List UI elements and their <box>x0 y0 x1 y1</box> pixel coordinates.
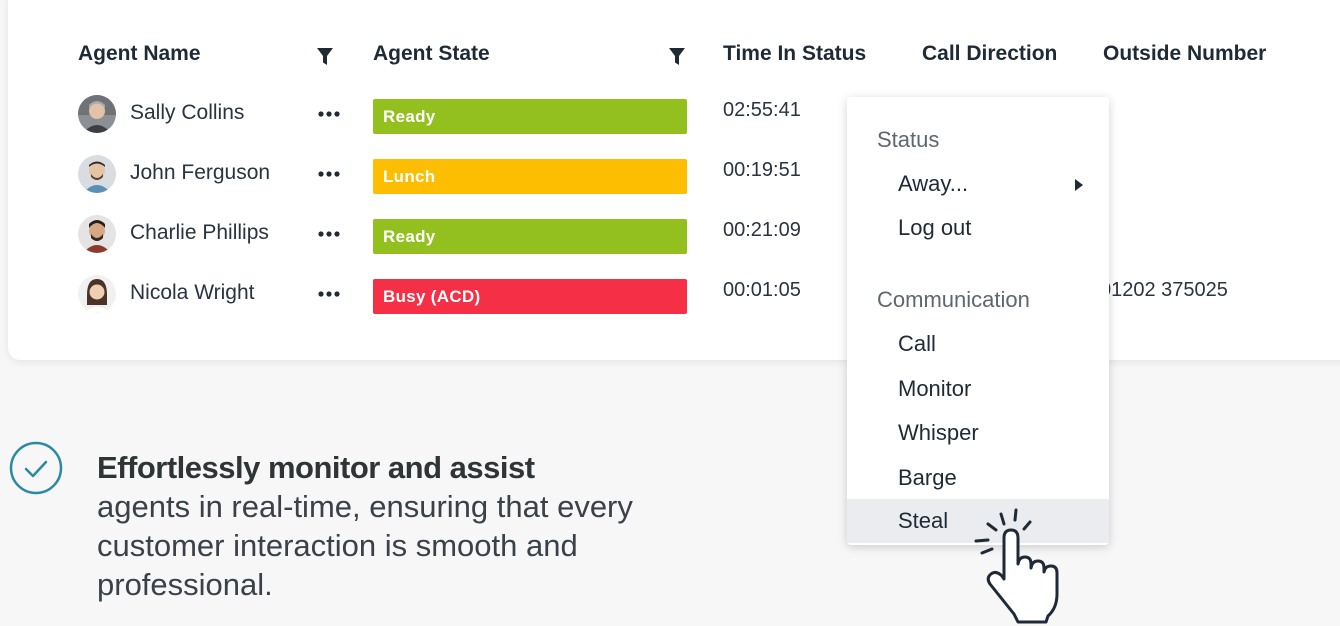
agent-name: Nicola Wright <box>130 281 255 304</box>
promo-headline: Effortlessly monitor and assist <box>97 450 535 485</box>
table-row[interactable]: John Ferguson Lunch 00:19:51 <box>0 155 1340 195</box>
avatar <box>78 95 116 133</box>
time-in-status: 02:55:41 <box>723 99 801 121</box>
agent-name: John Ferguson <box>130 161 271 184</box>
time-in-status: 00:19:51 <box>723 159 801 181</box>
column-header-agent-name[interactable]: Agent Name <box>78 42 201 66</box>
column-header-call-direction[interactable]: Call Direction <box>922 42 1057 66</box>
menu-section-status: Status <box>877 127 940 152</box>
menu-item-monitor[interactable]: Monitor <box>847 367 1109 411</box>
column-header-outside-number[interactable]: Outside Number <box>1103 42 1266 66</box>
time-in-status: 00:21:09 <box>723 219 801 241</box>
column-header-time-in-status[interactable]: Time In Status <box>723 42 866 66</box>
agent-state-badge: Ready <box>373 99 687 134</box>
time-in-status: 00:01:05 <box>723 279 801 301</box>
table-row[interactable]: Nicola Wright Busy (ACD) 00:01:05 01202 … <box>0 275 1340 315</box>
promo-body: agents in real-time, ensuring that every… <box>97 489 633 602</box>
more-horizontal-icon[interactable] <box>316 219 344 243</box>
agent-state-badge: Lunch <box>373 159 687 194</box>
avatar <box>78 215 116 253</box>
outside-number: 01202 375025 <box>1100 279 1228 301</box>
menu-section-communication: Communication <box>877 287 1030 312</box>
avatar <box>78 155 116 193</box>
agent-state-badge: Ready <box>373 219 687 254</box>
avatar <box>78 275 116 313</box>
more-horizontal-icon[interactable] <box>316 159 344 183</box>
menu-item-log-out[interactable]: Log out <box>847 206 1109 250</box>
agent-context-menu: Status Away... Log out Communication Cal… <box>847 97 1109 545</box>
menu-item-label: Away... <box>898 171 969 196</box>
column-header-agent-state[interactable]: Agent State <box>373 42 490 66</box>
filter-icon[interactable] <box>668 47 686 67</box>
agent-name: Sally Collins <box>130 101 245 124</box>
table-row[interactable]: Charlie Phillips Ready 00:21:09 <box>0 215 1340 255</box>
promo-text: Effortlessly monitor and assist agents i… <box>97 448 697 604</box>
menu-item-call[interactable]: Call <box>847 322 1109 366</box>
agent-name: Charlie Phillips <box>130 221 269 244</box>
table-row[interactable]: Sally Collins Ready 02:55:41 <box>0 95 1340 135</box>
more-horizontal-icon[interactable] <box>316 279 344 303</box>
agent-state-badge: Busy (ACD) <box>373 279 687 314</box>
menu-item-away[interactable]: Away... <box>847 162 1109 206</box>
check-circle-icon <box>9 441 63 495</box>
chevron-right-icon <box>1075 179 1083 191</box>
filter-icon[interactable] <box>316 47 334 67</box>
more-horizontal-icon[interactable] <box>316 99 344 123</box>
menu-item-barge[interactable]: Barge <box>847 456 1109 500</box>
pointer-hand-icon <box>974 508 1059 624</box>
menu-item-whisper[interactable]: Whisper <box>847 411 1109 455</box>
